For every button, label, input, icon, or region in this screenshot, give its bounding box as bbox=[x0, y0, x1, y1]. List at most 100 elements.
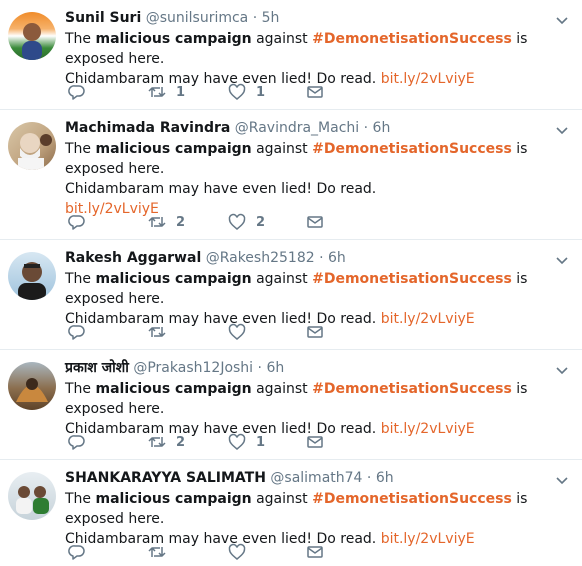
like-icon bbox=[228, 543, 246, 560]
direct-message-button[interactable] bbox=[306, 322, 324, 342]
user-name[interactable]: Machimada Ravindra bbox=[65, 120, 230, 136]
url-link[interactable]: bit.ly/2vLviyE bbox=[381, 531, 475, 547]
like-button[interactable]: 1 bbox=[228, 82, 265, 102]
retweet-button[interactable] bbox=[148, 322, 176, 342]
avatar[interactable] bbox=[8, 12, 56, 60]
like-count: 2 bbox=[256, 214, 266, 230]
reply-button[interactable] bbox=[68, 432, 86, 452]
tweet[interactable]: Rakesh Aggarwal @Rakesh25182 · 6h The ma… bbox=[0, 240, 582, 350]
hashtag-link[interactable]: #DemonetisationSuccess bbox=[312, 491, 512, 507]
separator-dot: · bbox=[363, 120, 369, 136]
timestamp[interactable]: 6h bbox=[328, 250, 346, 266]
bold-text: malicious campaign bbox=[95, 491, 252, 507]
retweet-button[interactable] bbox=[148, 542, 176, 562]
tweet-header: प्रकाश जोशी @Prakash12Joshi · 6h bbox=[65, 358, 284, 378]
like-count: 1 bbox=[256, 434, 266, 450]
like-button[interactable]: 2 bbox=[228, 212, 265, 232]
separator-dot: · bbox=[319, 250, 324, 266]
direct-message-icon bbox=[307, 436, 323, 448]
bold-text: malicious campaign bbox=[95, 31, 252, 47]
like-icon bbox=[228, 83, 246, 100]
bold-text: malicious campaign bbox=[95, 141, 252, 157]
direct-message-icon bbox=[307, 546, 323, 558]
chevron-down-icon[interactable] bbox=[556, 472, 568, 485]
direct-message-button[interactable] bbox=[306, 82, 324, 102]
avatar[interactable] bbox=[8, 472, 56, 520]
chevron-down-icon[interactable] bbox=[556, 362, 568, 375]
timestamp[interactable]: 6h bbox=[373, 120, 391, 136]
like-button[interactable] bbox=[228, 542, 256, 562]
reply-icon bbox=[68, 325, 85, 340]
tweet[interactable]: SHANKARAYYA SALIMATH @salimath74 · 6h Th… bbox=[0, 460, 582, 566]
timestamp[interactable]: 6h bbox=[376, 470, 394, 486]
user-handle[interactable]: @Rakesh25182 bbox=[206, 250, 315, 266]
tweet-text: The malicious campaign against #Demoneti… bbox=[65, 141, 528, 217]
retweet-icon bbox=[148, 87, 166, 97]
bold-text: malicious campaign bbox=[95, 271, 252, 287]
tweet-text: The malicious campaign against #Demoneti… bbox=[65, 31, 528, 87]
url-link[interactable]: bit.ly/2vLviyE bbox=[381, 71, 475, 87]
retweet-count: 2 bbox=[176, 434, 186, 450]
direct-message-icon bbox=[307, 326, 323, 338]
timestamp[interactable]: 6h bbox=[266, 360, 284, 376]
reply-icon bbox=[68, 215, 85, 230]
avatar[interactable] bbox=[8, 122, 56, 170]
separator-dot: · bbox=[366, 470, 372, 486]
tweet-text: The malicious campaign against #Demoneti… bbox=[65, 491, 528, 547]
like-icon bbox=[228, 213, 246, 230]
hashtag-link[interactable]: #DemonetisationSuccess bbox=[312, 141, 512, 157]
like-button[interactable]: 1 bbox=[228, 432, 265, 452]
direct-message-icon bbox=[307, 216, 323, 228]
user-name[interactable]: Rakesh Aggarwal bbox=[65, 250, 201, 266]
user-handle[interactable]: @sunilsurimca bbox=[146, 10, 249, 26]
user-handle[interactable]: @Ravindra_Machi bbox=[235, 120, 359, 136]
chevron-down-icon[interactable] bbox=[556, 252, 568, 265]
hashtag-link[interactable]: #DemonetisationSuccess bbox=[312, 271, 512, 287]
direct-message-icon bbox=[307, 86, 323, 98]
tweet-text: The malicious campaign against #Demoneti… bbox=[65, 381, 528, 437]
timestamp[interactable]: 5h bbox=[262, 10, 280, 26]
chevron-down-icon[interactable] bbox=[556, 122, 568, 135]
tweet-header: Machimada Ravindra @Ravindra_Machi · 6h bbox=[65, 118, 390, 138]
chevron-down-icon[interactable] bbox=[556, 12, 568, 25]
direct-message-button[interactable] bbox=[306, 432, 324, 452]
retweet-count: 1 bbox=[176, 84, 186, 100]
retweet-button[interactable]: 1 bbox=[148, 82, 185, 102]
reply-button[interactable] bbox=[68, 212, 86, 232]
tweet[interactable]: Machimada Ravindra @Ravindra_Machi · 6h … bbox=[0, 110, 582, 240]
retweet-button[interactable]: 2 bbox=[148, 432, 185, 452]
separator-dot: · bbox=[257, 360, 262, 376]
like-count: 1 bbox=[256, 84, 266, 100]
reply-button[interactable] bbox=[68, 542, 86, 562]
retweet-icon bbox=[148, 327, 166, 337]
user-handle[interactable]: @salimath74 bbox=[270, 470, 362, 486]
like-button[interactable] bbox=[228, 322, 256, 342]
reply-icon bbox=[68, 545, 85, 560]
hashtag-link[interactable]: #DemonetisationSuccess bbox=[312, 31, 512, 47]
retweet-button[interactable]: 2 bbox=[148, 212, 185, 232]
tweet[interactable]: Sunil Suri @sunilsurimca · 5h The malici… bbox=[0, 0, 582, 110]
reply-button[interactable] bbox=[68, 82, 86, 102]
like-icon bbox=[228, 323, 246, 340]
reply-button[interactable] bbox=[68, 322, 86, 342]
tweet[interactable]: प्रकाश जोशी @Prakash12Joshi · 6h The mal… bbox=[0, 350, 582, 460]
user-handle[interactable]: @Prakash12Joshi bbox=[133, 360, 253, 376]
user-name[interactable]: SHANKARAYYA SALIMATH bbox=[65, 470, 266, 486]
tweet-header: Sunil Suri @sunilsurimca · 5h bbox=[65, 8, 279, 28]
url-link[interactable]: bit.ly/2vLviyE bbox=[381, 421, 475, 437]
direct-message-button[interactable] bbox=[306, 212, 324, 232]
direct-message-button[interactable] bbox=[306, 542, 324, 562]
avatar[interactable] bbox=[8, 252, 56, 300]
separator-dot: · bbox=[252, 10, 258, 26]
like-icon bbox=[228, 433, 246, 450]
retweet-icon bbox=[148, 437, 166, 447]
user-name[interactable]: प्रकाश जोशी bbox=[65, 360, 129, 376]
retweet-icon bbox=[148, 217, 166, 227]
tweet-header: SHANKARAYYA SALIMATH @salimath74 · 6h bbox=[65, 468, 394, 488]
hashtag-link[interactable]: #DemonetisationSuccess bbox=[312, 381, 512, 397]
url-link[interactable]: bit.ly/2vLviyE bbox=[381, 311, 475, 327]
retweet-count: 2 bbox=[176, 214, 186, 230]
avatar[interactable] bbox=[8, 362, 56, 410]
reply-icon bbox=[68, 435, 85, 450]
user-name[interactable]: Sunil Suri bbox=[65, 10, 141, 26]
